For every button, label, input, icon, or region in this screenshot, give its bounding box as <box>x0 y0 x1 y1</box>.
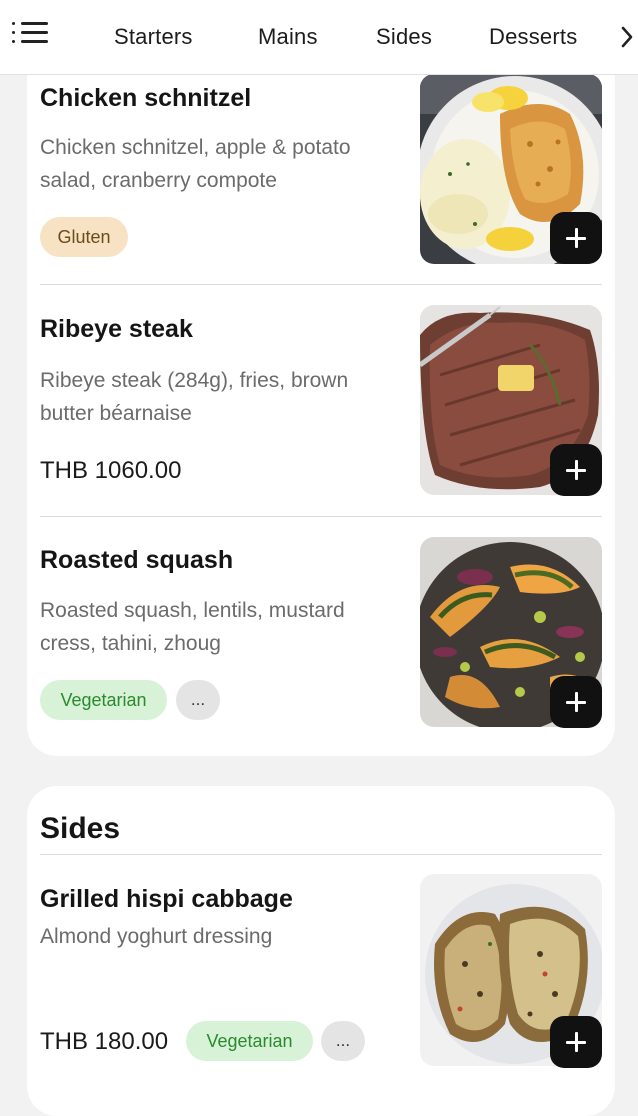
more-tags-button[interactable]: ... <box>321 1021 365 1061</box>
tab-sides[interactable]: Sides <box>376 24 432 50</box>
dish-price: THB 1060.00 <box>40 457 182 484</box>
dish-description: Almond yoghurt dressing <box>40 925 273 948</box>
vegetarian-tag: Vegetarian <box>186 1021 313 1061</box>
vegetarian-tag: Vegetarian <box>40 680 167 720</box>
tab-desserts[interactable]: Desserts <box>489 24 577 50</box>
menu-dot <box>12 31 15 34</box>
dish-description: Chicken schnitzel, apple & potato salad,… <box>40 136 351 192</box>
chevron-right-icon[interactable] <box>618 24 638 50</box>
tab-starters[interactable]: Starters <box>114 24 193 50</box>
menu-line <box>21 31 48 34</box>
menu-dot <box>12 40 15 43</box>
dish-price: THB 180.00 <box>40 1028 169 1055</box>
add-to-cart-button[interactable] <box>550 1016 602 1068</box>
dish-name-roasted-squash[interactable]: Roasted squash <box>40 546 233 575</box>
menu-dot <box>12 22 15 25</box>
add-to-cart-button[interactable] <box>550 212 602 264</box>
dish-name-grilled-hispi-cabbage[interactable]: Grilled hispi cabbage <box>40 885 293 914</box>
menu-line <box>21 40 48 43</box>
menu-line <box>21 22 48 25</box>
category-nav: Starters Mains Sides Desserts <box>0 0 638 75</box>
add-to-cart-button[interactable] <box>550 444 602 496</box>
dish-description: Ribeye steak (284g), fries, brown butter… <box>40 369 349 425</box>
tab-mains[interactable]: Mains <box>258 24 318 50</box>
dish-name-ribeye-steak[interactable]: Ribeye steak <box>40 315 193 344</box>
more-tags-button[interactable]: ... <box>176 680 220 720</box>
section-divider <box>40 854 602 855</box>
item-divider <box>40 516 602 517</box>
item-divider <box>40 284 602 285</box>
section-title-sides: Sides <box>40 812 121 845</box>
dish-description: Roasted squash, lentils, mustard cress, … <box>40 599 345 655</box>
gluten-tag: Gluten <box>40 217 128 257</box>
list-menu-icon[interactable] <box>12 20 50 50</box>
add-to-cart-button[interactable] <box>550 676 602 728</box>
dish-name-chicken-schnitzel[interactable]: Chicken schnitzel <box>40 84 251 113</box>
